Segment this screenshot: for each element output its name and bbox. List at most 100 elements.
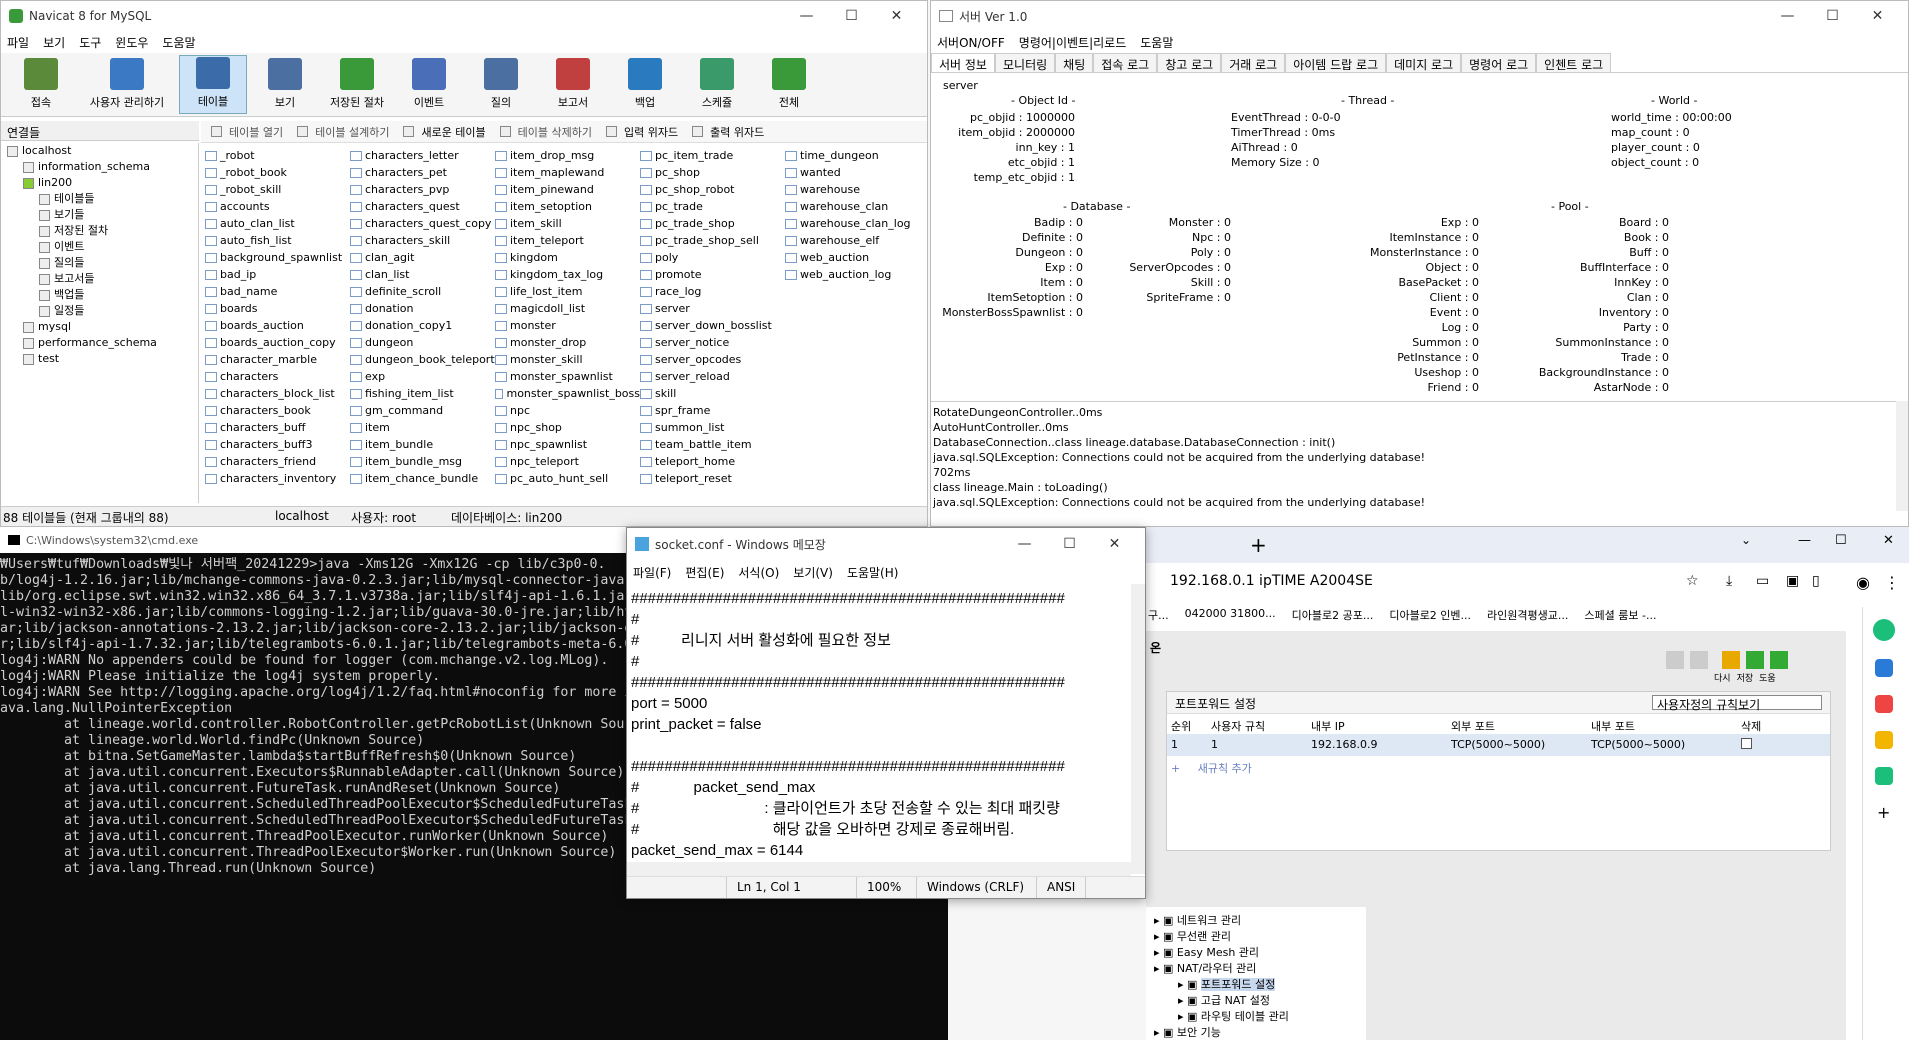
tree-item[interactable]: test xyxy=(1,351,198,367)
table-item[interactable]: pc_shop xyxy=(640,164,785,181)
table-item[interactable]: characters_skill xyxy=(350,232,495,249)
tab-list-button[interactable]: ⌄ xyxy=(1741,533,1751,547)
notepad-hscrollbar[interactable] xyxy=(627,862,1131,876)
table-item[interactable]: dungeon_book_teleport xyxy=(350,351,495,368)
server-tab[interactable]: 모니터링 xyxy=(994,53,1056,72)
table-item[interactable]: _robot xyxy=(205,147,350,164)
table-item[interactable]: item_bundle_msg xyxy=(350,453,495,470)
table-item[interactable]: item_skill xyxy=(495,215,640,232)
new-table-button[interactable]: 새로운 테이블 xyxy=(403,124,486,139)
table-item[interactable]: characters_buff xyxy=(205,419,350,436)
table-item[interactable]: bad_name xyxy=(205,283,350,300)
table-item[interactable]: web_auction_log xyxy=(785,266,925,283)
server-tab[interactable]: 인첸트 로그 xyxy=(1536,53,1612,72)
menu-help[interactable]: 도움말 xyxy=(162,34,195,50)
open-table-button[interactable]: 테이블 열기 xyxy=(211,124,283,139)
table-item[interactable]: characters xyxy=(205,368,350,385)
tree-item[interactable]: lin200 xyxy=(1,175,198,191)
server-maximize-button[interactable]: ☐ xyxy=(1810,8,1855,24)
table-item[interactable]: poly xyxy=(640,249,785,266)
router-menu-item[interactable]: ▸ ▣ 보안 기능 xyxy=(1146,1025,1366,1040)
table-item[interactable]: warehouse_elf xyxy=(785,232,925,249)
table-item[interactable]: characters_inventory xyxy=(205,470,350,487)
table-item[interactable]: item_bundle xyxy=(350,436,495,453)
minimize-button[interactable]: — xyxy=(784,8,829,24)
table-item[interactable]: monster_spawnlist xyxy=(495,368,640,385)
tree-item[interactable]: mysql xyxy=(1,319,198,335)
table-item[interactable]: pc_item_trade xyxy=(640,147,785,164)
server-minimize-button[interactable]: — xyxy=(1765,8,1810,24)
table-item[interactable]: pc_trade_shop_sell xyxy=(640,232,785,249)
tree-item[interactable]: 일정들 xyxy=(1,303,198,319)
notepad-editor[interactable]: ########################################… xyxy=(627,584,1145,876)
table-item[interactable]: wanted xyxy=(785,164,925,181)
server-close-button[interactable]: ✕ xyxy=(1855,8,1900,24)
table-item[interactable]: boards_auction xyxy=(205,317,350,334)
address-field[interactable]: 192.168.0.1 ipTIME A2004SE xyxy=(1170,573,1373,589)
tree-item[interactable]: 보고서들 xyxy=(1,271,198,287)
table-item[interactable]: monster_drop xyxy=(495,334,640,351)
table-item[interactable]: npc xyxy=(495,402,640,419)
server-log[interactable]: RotateDungeonController..0ms AutoHuntCont… xyxy=(931,401,1896,511)
bookmark-item[interactable]: 스페셜 룸보 -... xyxy=(1584,607,1656,629)
close-button[interactable]: ✕ xyxy=(874,8,919,24)
toolbar-button-6[interactable]: 질의 xyxy=(467,55,535,114)
sidebar-shopping-icon[interactable] xyxy=(1875,695,1893,713)
notepad-close-button[interactable]: ✕ xyxy=(1092,536,1137,552)
table-item[interactable]: item_chance_bundle xyxy=(350,470,495,487)
table-item[interactable]: donation xyxy=(350,300,495,317)
table-item[interactable]: characters_book xyxy=(205,402,350,419)
server-tab[interactable]: 거래 로그 xyxy=(1221,53,1286,72)
table-item[interactable]: auto_fish_list xyxy=(205,232,350,249)
table-item[interactable]: characters_quest_copy xyxy=(350,215,495,232)
save-icon[interactable] xyxy=(1746,651,1764,669)
notepad-menu-item[interactable]: 도움말(H) xyxy=(847,564,899,580)
table-item[interactable]: kingdom xyxy=(495,249,640,266)
table-item[interactable]: skill xyxy=(640,385,785,402)
tree-item[interactable]: 테이블들 xyxy=(1,191,198,207)
maximize-button[interactable]: ☐ xyxy=(829,8,874,24)
bookmark-item[interactable]: 구... xyxy=(1148,607,1169,629)
table-item[interactable]: pc_trade xyxy=(640,198,785,215)
table-item[interactable]: item_maplewand xyxy=(495,164,640,181)
tree-item[interactable]: 질의들 xyxy=(1,255,198,271)
table-item[interactable]: item_teleport xyxy=(495,232,640,249)
router-menu-item[interactable]: ▸ ▣ 라우팅 테이블 관리 xyxy=(1146,1009,1366,1025)
table-item[interactable]: clan_agit xyxy=(350,249,495,266)
notepad-menu-item[interactable]: 편집(E) xyxy=(685,564,724,580)
home-icon[interactable] xyxy=(1666,651,1684,669)
table-item[interactable]: pc_auto_hunt_sell xyxy=(495,470,640,487)
router-menu-item[interactable]: ▸ ▣ Easy Mesh 관리 xyxy=(1146,945,1366,961)
tree-item[interactable]: 보기들 xyxy=(1,207,198,223)
toolbar-button-5[interactable]: 이벤트 xyxy=(395,55,463,114)
server-tab[interactable]: 접속 로그 xyxy=(1093,53,1158,72)
toolbar-button-1[interactable]: 사용자 관리하기 xyxy=(79,55,175,114)
table-item[interactable]: auto_clan_list xyxy=(205,215,350,232)
table-item[interactable]: item_drop_msg xyxy=(495,147,640,164)
tree-item[interactable]: information_schema xyxy=(1,159,198,175)
server-menu-help[interactable]: 도움말 xyxy=(1140,34,1173,50)
table-item[interactable]: monster_spawnlist_boss xyxy=(495,385,640,402)
table-item[interactable]: monster_skill xyxy=(495,351,640,368)
tree-item[interactable]: performance_schema xyxy=(1,335,198,351)
tree-item[interactable]: 백업들 xyxy=(1,287,198,303)
notepad-menu-item[interactable]: 서식(O) xyxy=(738,564,779,580)
browser-maximize-button[interactable]: ☐ xyxy=(1835,533,1847,548)
browser-minimize-button[interactable]: — xyxy=(1798,533,1811,548)
bookmark-item[interactable]: 디아블로2 인벤... xyxy=(1389,607,1471,629)
table-item[interactable]: item_pinewand xyxy=(495,181,640,198)
delete-table-button[interactable]: 테이블 삭제하기 xyxy=(499,124,592,139)
help-icon[interactable] xyxy=(1770,651,1788,669)
table-item[interactable]: character_marble xyxy=(205,351,350,368)
table-item[interactable]: teleport_reset xyxy=(640,470,785,487)
table-item[interactable]: kingdom_tax_log xyxy=(495,266,640,283)
sidebar-star-icon[interactable] xyxy=(1875,731,1893,749)
table-item[interactable]: dungeon xyxy=(350,334,495,351)
sidebar-app-icon[interactable] xyxy=(1873,619,1895,641)
notepad-menu-item[interactable]: 보기(V) xyxy=(793,564,833,580)
table-item[interactable]: promote xyxy=(640,266,785,283)
table-item[interactable]: background_spawnlist xyxy=(205,249,350,266)
table-item[interactable]: magicdoll_list xyxy=(495,300,640,317)
new-tab-button[interactable]: + xyxy=(1250,533,1267,557)
table-item[interactable]: teleport_home xyxy=(640,453,785,470)
